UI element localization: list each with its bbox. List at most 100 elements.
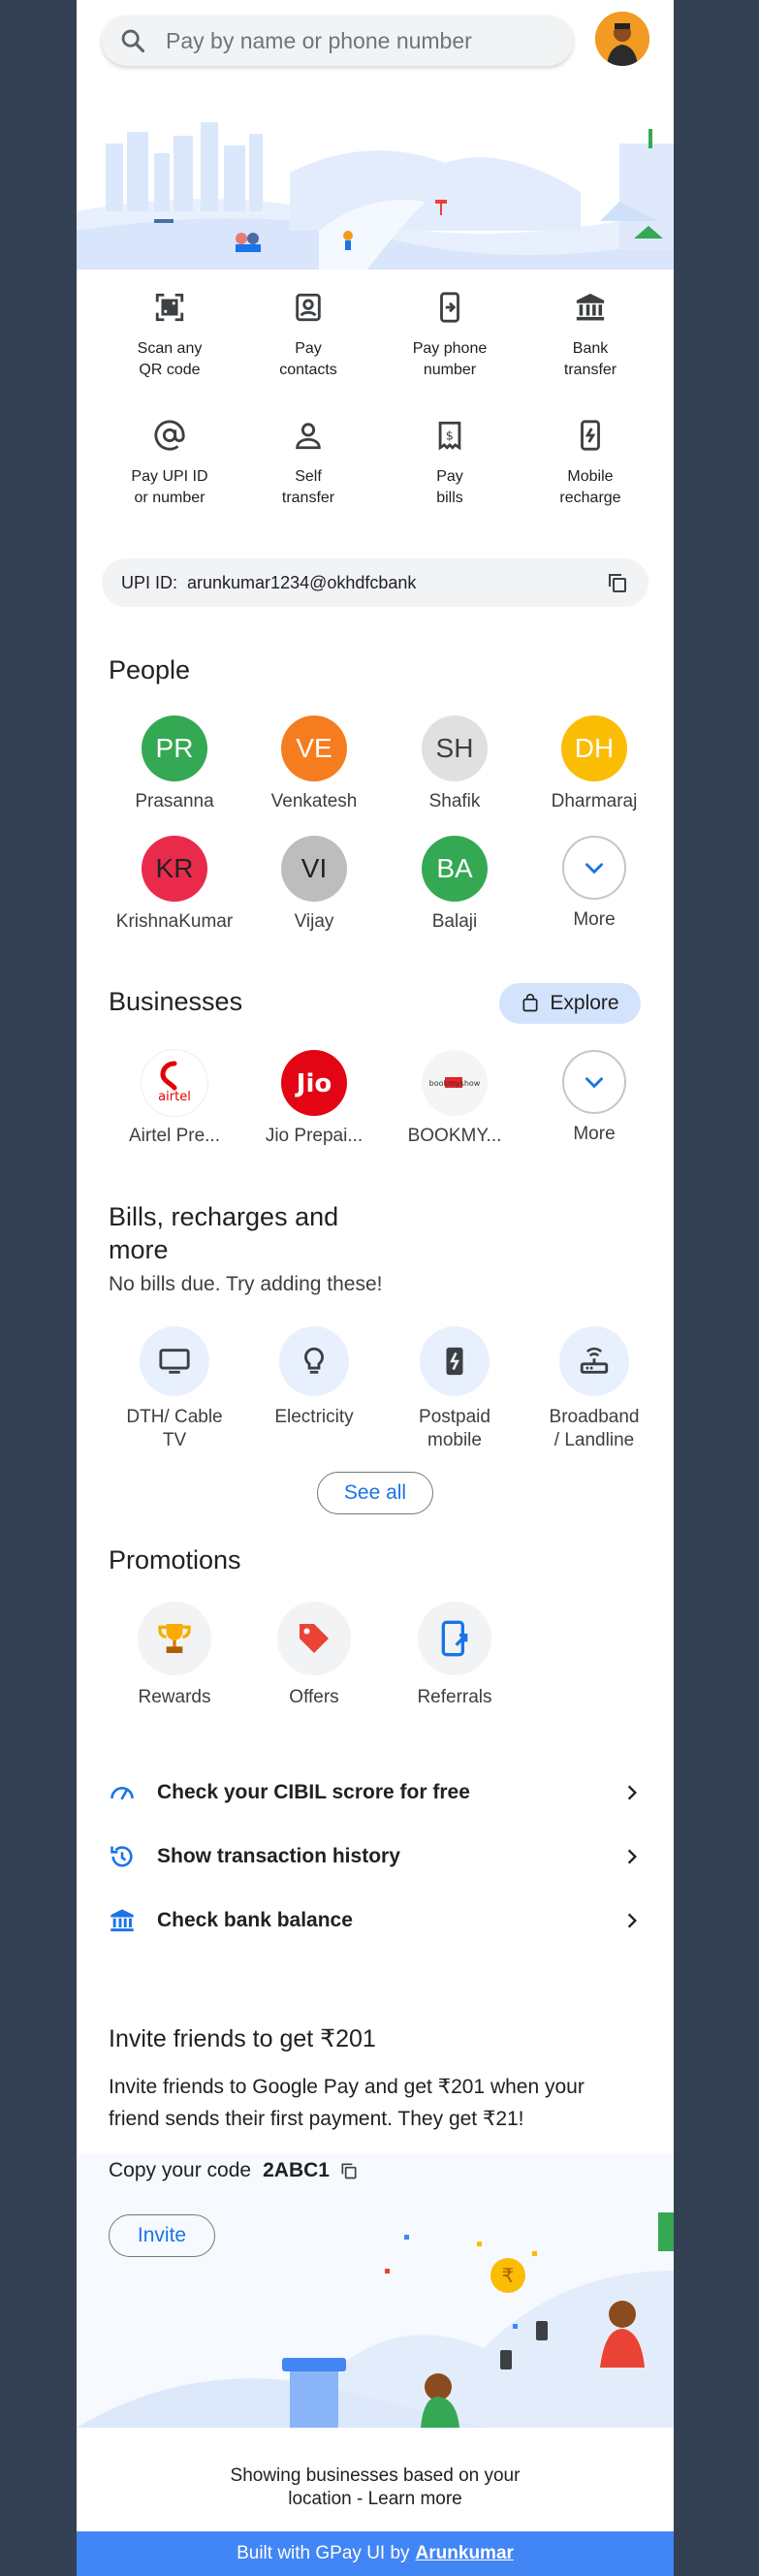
airtel-logo: airtel (142, 1050, 207, 1116)
cibil-score-link[interactable]: Check your CIBIL scrore for free (109, 1773, 642, 1812)
invite-button[interactable]: Invite (109, 2214, 215, 2257)
explore-button[interactable]: Explore (499, 983, 641, 1024)
bill-icon-circle (559, 1326, 629, 1396)
promo-label: Referrals (417, 1687, 492, 1707)
quick-action-label: Pay bills (436, 468, 463, 506)
quick-action-label: Pay phone number (412, 340, 488, 378)
business-bookmyshow[interactable]: bookmyshow BOOKMY... (387, 1050, 522, 1147)
quick-action-label: Scan any QR code (137, 340, 203, 378)
bill-postpaid-mobile[interactable]: Postpaid mobile (387, 1326, 522, 1452)
person-krishnakumar[interactable]: KR KrishnaKumar (107, 836, 242, 933)
business-jio[interactable]: Jio Jio Prepai... (246, 1050, 382, 1147)
business-name: Airtel Pre... (129, 1126, 220, 1146)
invite-title: Invite friends to get ₹201 (109, 2025, 376, 2052)
business-name: BOOKMY... (407, 1126, 502, 1146)
person-name: Venkatesh (270, 791, 358, 811)
chevron-down-icon (585, 863, 603, 875)
more-label: More (573, 909, 616, 930)
mobile-icon (446, 1347, 463, 1376)
location-note[interactable]: Showing businesses based on your locatio… (77, 2465, 674, 2511)
speedometer-icon (111, 1787, 134, 1800)
bills-subtitle: No bills due. Try adding these! (109, 1273, 383, 1295)
bank-icon (576, 293, 605, 321)
phone-pay-icon (440, 292, 459, 323)
quick-action-scan-qr[interactable]: Scan any QR code (97, 291, 242, 381)
person-shafik[interactable]: SH Shafik (387, 716, 522, 812)
upi-id-label: UPI ID: (121, 572, 178, 592)
quick-action-pay-contacts[interactable]: Pay contacts (236, 291, 381, 381)
bill-icon-circle (279, 1326, 349, 1396)
bulb-icon (304, 1347, 324, 1374)
svg-text:Jio: Jio (295, 1069, 332, 1098)
copy-icon[interactable] (606, 571, 629, 594)
person-dharmaraj[interactable]: DH Dharmaraj (526, 716, 662, 812)
person-name: Shafik (428, 791, 481, 811)
more-circle (562, 1050, 626, 1114)
profile-avatar-icon (595, 12, 649, 66)
quick-action-bank-transfer[interactable]: Bank transfer (518, 291, 663, 381)
search-bar[interactable]: Pay by name or phone number (102, 16, 573, 66)
bill-electricity[interactable]: Electricity (246, 1326, 382, 1429)
people-title: People (109, 655, 191, 684)
link-label: Check bank balance (157, 1909, 353, 1931)
bill-dth-cable[interactable]: DTH/ Cable TV (107, 1326, 242, 1452)
link-label: Check your CIBIL scrore for free (157, 1781, 470, 1803)
promo-rewards[interactable]: Rewards (107, 1602, 242, 1708)
upi-id-value: arunkumar1234@okhdfcbank (187, 572, 417, 592)
quick-action-self-transfer[interactable]: Self transfer (236, 419, 381, 509)
author-link[interactable]: Arunkumar (416, 2543, 514, 2564)
promo-icon-circle (138, 1602, 211, 1675)
mobile-recharge-icon (581, 420, 600, 451)
contact-icon (296, 293, 321, 322)
tv-icon (159, 1349, 190, 1374)
bookmyshow-logo-icon: bookmyshow (429, 1077, 481, 1088)
gpay-app: Pay by name or phone number Scan any QR … (77, 0, 674, 2576)
person-name: Prasanna (135, 791, 214, 811)
chevron-down-icon (585, 1077, 603, 1089)
promo-label: Rewards (138, 1687, 211, 1707)
quick-action-label: Bank transfer (563, 340, 617, 378)
quick-action-mobile-recharge[interactable]: Mobile recharge (518, 419, 663, 509)
bill-label: Postpaid mobile (419, 1407, 490, 1450)
upi-id-bar[interactable]: UPI ID: arunkumar1234@okhdfcbank (102, 558, 648, 607)
see-all-button[interactable]: See all (317, 1472, 433, 1514)
person-icon (296, 423, 321, 450)
quick-action-label: Pay contacts (279, 340, 337, 378)
bill-broadband[interactable]: Broadband / Landline (526, 1326, 662, 1452)
quick-action-label: Self transfer (281, 468, 335, 506)
quick-action-pay-upi[interactable]: Pay UPI ID or number (97, 419, 242, 509)
bill-label: Broadband / Landline (549, 1407, 640, 1450)
businesses-more-button[interactable]: More (526, 1050, 662, 1145)
promotions-title: Promotions (109, 1545, 241, 1574)
transaction-history-link[interactable]: Show transaction history (109, 1837, 642, 1876)
svg-text:bookmyshow: bookmyshow (429, 1079, 481, 1088)
promo-offers[interactable]: Offers (246, 1602, 382, 1708)
footer-bar: Built with GPay UI by Arunkumar (77, 2531, 674, 2576)
person-vijay[interactable]: VI Vijay (246, 836, 382, 933)
quick-action-pay-bills[interactable]: $ Pay bills (377, 419, 522, 509)
referral-code-row[interactable]: Copy your code 2ABC1 (109, 2159, 359, 2182)
avatar: BA (422, 836, 488, 902)
invite-illustration: ₹ (77, 2212, 674, 2428)
person-balaji[interactable]: BA Balaji (387, 836, 522, 933)
chevron-right-icon (627, 1849, 637, 1864)
copy-code-label: Copy your code (109, 2159, 252, 2181)
avatar: SH (422, 716, 488, 781)
profile-avatar[interactable] (595, 12, 649, 66)
promo-referrals[interactable]: Referrals (387, 1602, 522, 1708)
quick-action-pay-phone[interactable]: Pay phone number (377, 291, 522, 381)
more-circle (562, 836, 626, 900)
shopping-bag-icon (522, 994, 538, 1012)
business-airtel[interactable]: airtel Airtel Pre... (107, 1050, 242, 1147)
person-name: Vijay (294, 911, 334, 932)
link-label: Show transaction history (157, 1845, 400, 1867)
quick-action-label: Pay UPI ID or number (131, 468, 208, 506)
bank-balance-link[interactable]: Check bank balance (109, 1901, 642, 1940)
avatar: VI (281, 836, 347, 902)
copy-icon[interactable] (339, 2161, 359, 2180)
person-venkatesh[interactable]: VE Venkatesh (246, 716, 382, 812)
person-prasanna[interactable]: PR Prasanna (107, 716, 242, 812)
people-more-button[interactable]: More (526, 836, 662, 931)
tag-icon (300, 1624, 329, 1653)
chevron-right-icon (627, 1913, 637, 1928)
